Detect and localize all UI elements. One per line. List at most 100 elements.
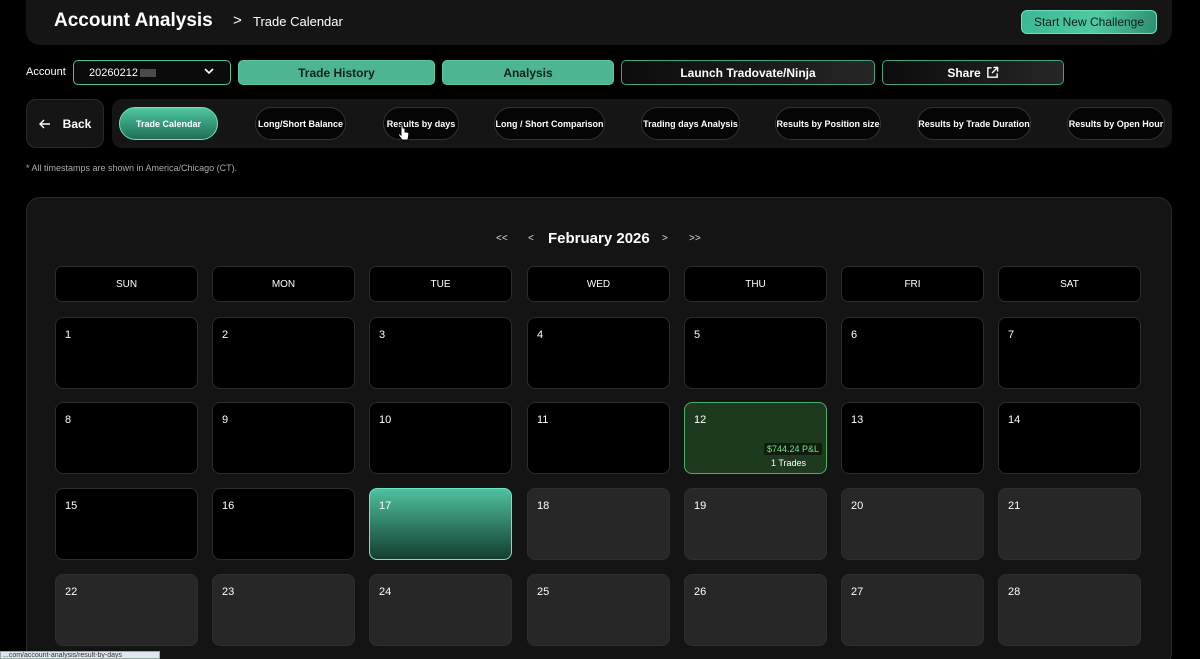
calendar-day[interactable]: 6 xyxy=(841,317,984,389)
launch-tradovate-button[interactable]: Launch Tradovate/Ninja xyxy=(621,60,875,85)
page-header: Account Analysis > Trade Calendar Start … xyxy=(26,0,1172,45)
calendar-day[interactable]: 25 xyxy=(527,574,670,646)
month-navigation: << < February 2026 > >> xyxy=(0,230,1200,250)
calendar-day[interactable]: 26 xyxy=(684,574,827,646)
tab-trade-calendar[interactable]: Trade Calendar xyxy=(119,107,218,140)
day-number: 20 xyxy=(851,500,864,512)
next-month-button[interactable]: > xyxy=(662,233,668,244)
account-value: 20260212 xyxy=(89,66,138,79)
day-pnl: $744.24 P&L xyxy=(763,443,822,455)
day-number: 22 xyxy=(65,586,78,598)
day-number: 16 xyxy=(222,500,235,512)
tab-trading-days-analysis[interactable]: Trading days Analysis xyxy=(641,107,740,140)
day-number: 4 xyxy=(537,329,544,341)
day-number: 25 xyxy=(537,586,550,598)
day-number: 11 xyxy=(537,414,549,426)
prev-month-button[interactable]: < xyxy=(528,233,534,244)
page-title: Account Analysis xyxy=(54,10,213,31)
day-number: 24 xyxy=(379,586,392,598)
day-number: 18 xyxy=(537,500,550,512)
day-number: 2 xyxy=(222,329,229,341)
prev-year-button[interactable]: << xyxy=(496,233,508,244)
calendar-day[interactable]: 13 xyxy=(841,402,984,474)
weekday-header: WED xyxy=(527,266,670,302)
day-number: 15 xyxy=(65,500,78,512)
weekday-header: THU xyxy=(684,266,827,302)
share-label: Share xyxy=(947,65,981,80)
calendar-day[interactable]: 15 xyxy=(55,488,198,560)
tab-long-short-comparison[interactable]: Long / Short Comparison xyxy=(494,107,605,140)
mouse-cursor-icon xyxy=(398,124,410,141)
day-number: 7 xyxy=(1008,329,1015,341)
day-number: 17 xyxy=(379,500,392,512)
calendar-day[interactable]: 21 xyxy=(998,488,1141,560)
day-number: 3 xyxy=(379,329,386,341)
status-url: ...com/account-analysis/result-by-days xyxy=(0,651,160,659)
start-new-challenge-button[interactable]: Start New Challenge xyxy=(1021,10,1157,34)
day-number: 26 xyxy=(694,586,707,598)
calendar-day[interactable]: 12 $744.24 P&L 1 Trades xyxy=(684,402,827,474)
tab-long-short-balance[interactable]: Long/Short Balance xyxy=(255,107,346,140)
timezone-note: * All timestamps are shown in America/Ch… xyxy=(26,163,238,173)
back-label: Back xyxy=(62,116,92,131)
arrow-left-icon xyxy=(38,119,50,128)
calendar-day[interactable]: 16 xyxy=(212,488,355,560)
calendar-day[interactable]: 2 xyxy=(212,317,355,389)
weekday-header: TUE xyxy=(369,266,512,302)
calendar-day[interactable]: 23 xyxy=(212,574,355,646)
analysis-button[interactable]: Analysis xyxy=(442,60,614,85)
day-number: 13 xyxy=(851,414,864,426)
day-number: 14 xyxy=(1008,414,1021,426)
month-title: February 2026 xyxy=(548,230,650,247)
calendar-day[interactable]: 1 xyxy=(55,317,198,389)
calendar-day[interactable]: 5 xyxy=(684,317,827,389)
tab-results-by-days[interactable]: Results by days xyxy=(383,107,459,140)
day-number: 1 xyxy=(65,329,72,341)
account-select[interactable]: 20260212 xyxy=(73,60,231,85)
weekday-header: SAT xyxy=(998,266,1141,302)
tab-results-by-position-size[interactable]: Results by Position size xyxy=(775,107,881,140)
breadcrumb: Trade Calendar xyxy=(253,14,343,29)
account-label: Account xyxy=(26,66,66,78)
weekday-header: MON xyxy=(212,266,355,302)
day-number: 10 xyxy=(379,414,392,426)
calendar-day[interactable]: 10 xyxy=(369,402,512,474)
calendar-day[interactable]: 28 xyxy=(998,574,1141,646)
back-button[interactable]: Back xyxy=(26,99,104,148)
day-number: 27 xyxy=(851,586,864,598)
chevron-down-icon xyxy=(204,68,214,75)
day-number: 12 xyxy=(694,414,707,426)
next-year-button[interactable]: >> xyxy=(689,233,701,244)
calendar-day[interactable]: 24 xyxy=(369,574,512,646)
calendar-day[interactable]: 18 xyxy=(527,488,670,560)
calendar-day[interactable]: 8 xyxy=(55,402,198,474)
calendar-day[interactable]: 27 xyxy=(841,574,984,646)
calendar-day[interactable]: 20 xyxy=(841,488,984,560)
calendar-day[interactable]: 14 xyxy=(998,402,1141,474)
external-link-icon xyxy=(986,66,998,78)
day-number: 5 xyxy=(694,329,701,341)
day-number: 23 xyxy=(222,586,235,598)
calendar-day[interactable]: 3 xyxy=(369,317,512,389)
tab-results-by-trade-duration[interactable]: Results by Trade Duration xyxy=(917,107,1031,140)
day-number: 19 xyxy=(694,500,707,512)
day-number: 8 xyxy=(65,414,72,426)
day-number: 28 xyxy=(1008,586,1021,598)
calendar-day[interactable]: 11 xyxy=(527,402,670,474)
share-button[interactable]: Share xyxy=(882,60,1064,85)
weekday-header: FRI xyxy=(841,266,984,302)
calendar-day[interactable]: 22 xyxy=(55,574,198,646)
trade-history-button[interactable]: Trade History xyxy=(238,60,435,85)
day-number: 21 xyxy=(1008,500,1021,512)
calendar-day[interactable]: 7 xyxy=(998,317,1141,389)
tab-results-by-open-hour[interactable]: Results by Open Hour xyxy=(1067,107,1165,140)
day-trade-count: 1 Trades xyxy=(771,458,807,468)
weekday-header: SUN xyxy=(55,266,198,302)
breadcrumb-chevron-icon: > xyxy=(233,12,242,29)
calendar-day[interactable]: 4 xyxy=(527,317,670,389)
day-number: 9 xyxy=(222,414,229,426)
calendar-day[interactable]: 9 xyxy=(212,402,355,474)
calendar-day[interactable]: 17 xyxy=(369,488,512,560)
day-number: 6 xyxy=(851,329,858,341)
calendar-day[interactable]: 19 xyxy=(684,488,827,560)
